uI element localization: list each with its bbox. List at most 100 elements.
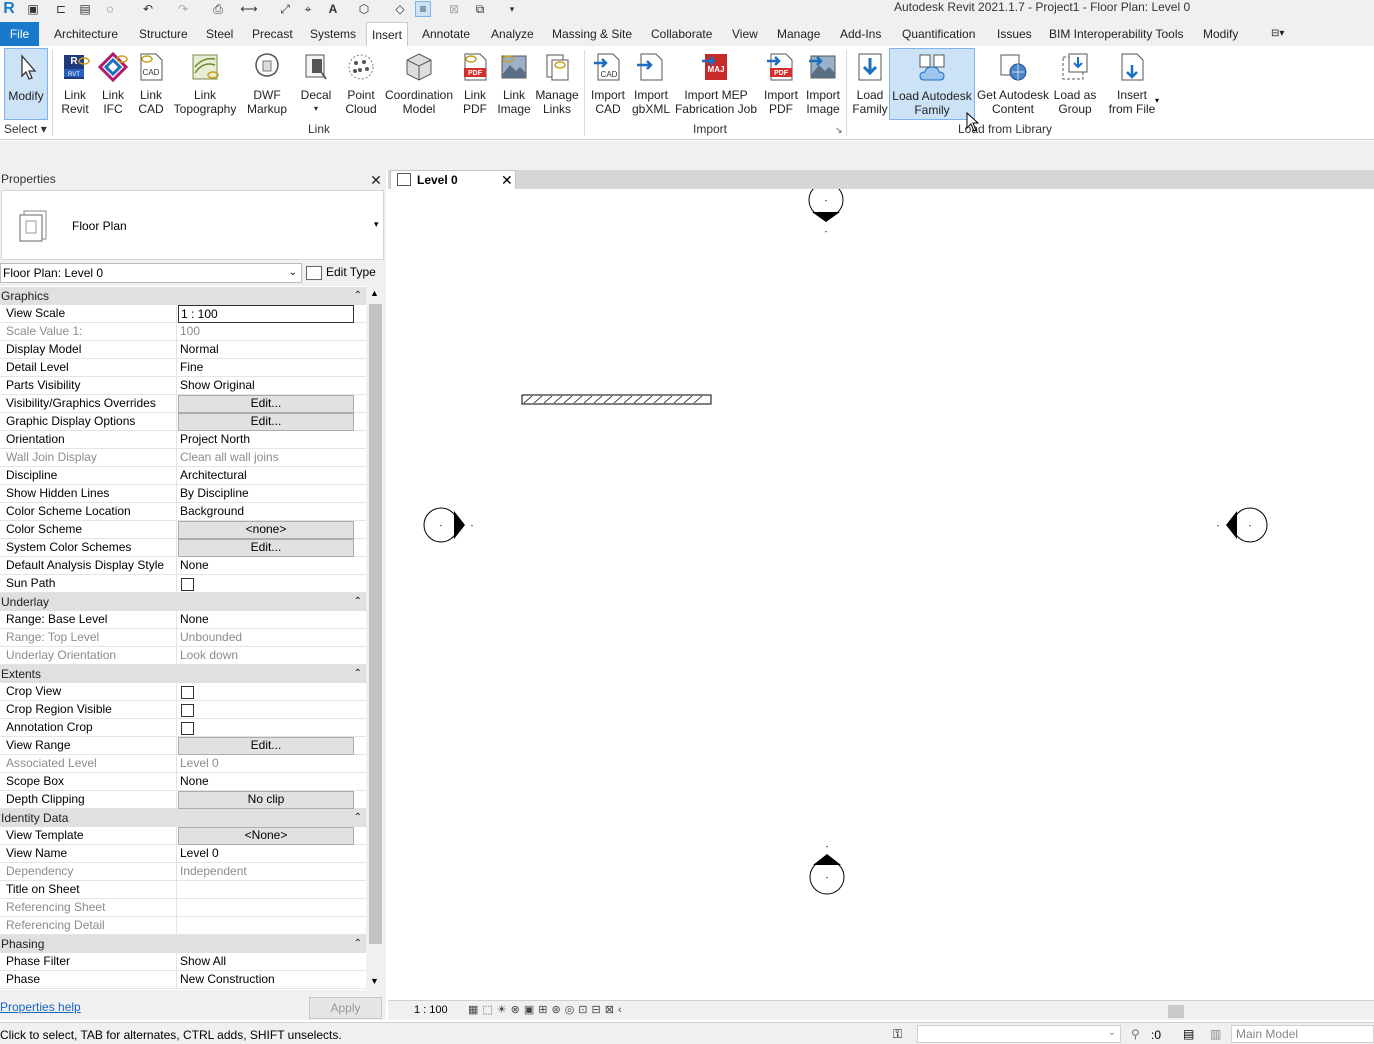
ribbon-display-toggle-icon[interactable]: ⊟▾ (1271, 22, 1284, 46)
property-group-header[interactable]: Identity Data ⌃ (0, 809, 366, 827)
property-edit-button[interactable]: Edit... (178, 539, 354, 557)
instance-filter-dropdown[interactable]: Floor Plan: Level 0 ⌄ (0, 263, 302, 283)
point-cloud-button[interactable]: Point Cloud (340, 48, 382, 120)
exclude-options-icon[interactable]: ▥ (1210, 1027, 1221, 1041)
properties-scrollbar[interactable]: ▲ ▼ (367, 286, 384, 990)
properties-help-link[interactable]: Properties help (0, 1000, 81, 1014)
tab-steel[interactable]: Steel (206, 22, 233, 46)
collapse-chevron-icon[interactable]: ⌃ (354, 809, 362, 827)
3d-view-icon[interactable]: ⬡ (356, 1, 372, 17)
property-checkbox-cell[interactable] (178, 719, 354, 737)
tab-file[interactable]: File (0, 22, 39, 46)
property-value[interactable]: Normal (178, 341, 354, 359)
insert-from-file-dropdown-icon[interactable]: ▾ (1155, 96, 1159, 105)
view-tab-close-icon[interactable]: ✕ (501, 171, 513, 189)
properties-close-icon[interactable]: ✕ (369, 173, 383, 187)
tab-quantification[interactable]: Quantification (902, 22, 975, 46)
tab-view[interactable]: View (732, 22, 758, 46)
undo-icon[interactable]: ↶ (140, 1, 156, 17)
print-icon[interactable]: ⎙ (210, 1, 226, 17)
property-edit-button[interactable]: <None> (178, 827, 354, 845)
import-cad-button[interactable]: CAD Import CAD (588, 48, 628, 120)
property-value[interactable]: Architectural (178, 467, 354, 485)
elevation-marker-south[interactable]: - - (809, 842, 845, 895)
property-group-header[interactable]: Underlay ⌃ (0, 593, 366, 611)
insert-from-file-button[interactable]: Insert from File (1104, 48, 1160, 120)
import-pdf-button[interactable]: PDF Import PDF (760, 48, 802, 120)
dwf-markup-button[interactable]: DWF Markup (244, 48, 290, 120)
editing-requests-icon[interactable]: ⚲ (1131, 1027, 1140, 1041)
tab-issues[interactable]: Issues (997, 22, 1032, 46)
property-group-header[interactable]: Extents ⌃ (0, 665, 366, 683)
checkbox[interactable] (181, 704, 194, 717)
checkbox[interactable] (181, 578, 194, 591)
property-value[interactable]: 1 : 100 (178, 305, 354, 323)
import-mep-fabrication-job-button[interactable]: MAJ Import MEP Fabrication Job (674, 48, 758, 120)
measure-icon[interactable]: ⟷ (240, 1, 257, 17)
import-gbxml-button[interactable]: Import gbXML (630, 48, 672, 120)
active-workset-dropdown[interactable]: ⌄ (917, 1025, 1121, 1043)
tab-bim-interoperability-tools[interactable]: BIM Interoperability Tools (1049, 22, 1184, 46)
collapse-chevron-icon[interactable]: ⌃ (354, 935, 362, 953)
property-checkbox-cell[interactable] (178, 683, 354, 701)
collapse-chevron-icon[interactable]: ⌃ (354, 665, 362, 683)
section-icon[interactable]: ◇ (392, 1, 408, 17)
property-value[interactable]: Show All (178, 953, 354, 971)
property-value[interactable]: Level 0 (178, 845, 354, 863)
tab-architecture[interactable]: Architecture (54, 22, 118, 46)
tab-add-ins[interactable]: Add-Ins (840, 22, 881, 46)
load-autodesk-family-button[interactable]: Load Autodesk Family (889, 48, 975, 120)
property-checkbox-cell[interactable] (178, 575, 354, 593)
link-cad-button[interactable]: CAD Link CAD (133, 48, 169, 120)
property-group-header[interactable]: Graphics ⌃ (0, 287, 366, 305)
tab-analyze[interactable]: Analyze (491, 22, 534, 46)
worksets-icon[interactable]: ⚿ (893, 1027, 902, 1042)
tab-modify[interactable]: Modify (1203, 22, 1238, 46)
checkbox[interactable] (181, 722, 194, 735)
redo-icon[interactable]: ↷ (175, 1, 191, 17)
property-value[interactable]: Project North (178, 431, 354, 449)
collapse-chevron-icon[interactable]: ⌃ (354, 287, 362, 305)
scroll-up-icon[interactable]: ▲ (370, 288, 379, 298)
view-tab-level-0[interactable]: Level 0 ✕ (390, 170, 516, 189)
tab-collaborate[interactable]: Collaborate (651, 22, 712, 46)
tab-annotate[interactable]: Annotate (422, 22, 470, 46)
import-dialog-launcher-icon[interactable]: ↘ (835, 125, 843, 136)
link-revit-button[interactable]: R RVT Link Revit (57, 48, 93, 120)
property-group-header[interactable]: Phasing ⌃ (0, 935, 366, 953)
elevation-marker-east[interactable]: - - (1217, 507, 1268, 543)
manage-links-button[interactable]: Manage Links (534, 48, 580, 120)
tab-systems[interactable]: Systems (310, 22, 356, 46)
decal-button[interactable]: Decal ▾ (297, 48, 335, 120)
property-edit-button[interactable]: <none> (178, 521, 354, 539)
apply-button[interactable]: Apply (309, 997, 382, 1019)
text-icon[interactable]: A (325, 1, 341, 17)
home-icon[interactable]: ▣ (25, 1, 41, 17)
load-family-button[interactable]: Load Family (850, 48, 890, 120)
checkbox[interactable] (181, 686, 194, 699)
link-topography-button[interactable]: Link Topography (172, 48, 238, 120)
property-value[interactable]: New Construction (178, 971, 354, 989)
elevation-marker-north[interactable]: - - (808, 189, 844, 236)
get-autodesk-content-button[interactable]: Get Autodesk Content (976, 48, 1050, 120)
scroll-down-icon[interactable]: ▼ (370, 976, 379, 986)
thin-lines-icon[interactable]: ≡ (415, 1, 431, 17)
tag-icon[interactable]: ⌖ (300, 1, 316, 17)
revit-logo-icon[interactable]: R (0, 0, 18, 18)
scrollbar-thumb[interactable] (369, 304, 382, 944)
view-control-icons[interactable]: ▦⬚☀⊗▣⊞⊛◎⊡⊟⊠‹ (468, 1003, 626, 1016)
coordination-model-button[interactable]: Coordination Model (383, 48, 455, 120)
property-value[interactable]: By Discipline (178, 485, 354, 503)
load-as-group-button[interactable]: Load as Group (1052, 48, 1098, 120)
type-selector-dropdown-icon[interactable]: ▾ (374, 219, 379, 230)
decal-dropdown-arrow-icon[interactable]: ▾ (297, 102, 335, 116)
tab-massing-site[interactable]: Massing & Site (552, 22, 632, 46)
design-option-dropdown[interactable]: Main Model (1231, 1025, 1374, 1043)
type-selector[interactable]: Floor Plan ▾ (1, 190, 384, 260)
modify-button[interactable]: Modify (4, 48, 48, 120)
tab-precast[interactable]: Precast (252, 22, 293, 46)
property-edit-button[interactable]: No clip (178, 791, 354, 809)
close-hidden-windows-icon[interactable]: ⊠ (446, 1, 462, 17)
collapse-chevron-icon[interactable]: ⌃ (354, 593, 362, 611)
tab-manage[interactable]: Manage (777, 22, 820, 46)
